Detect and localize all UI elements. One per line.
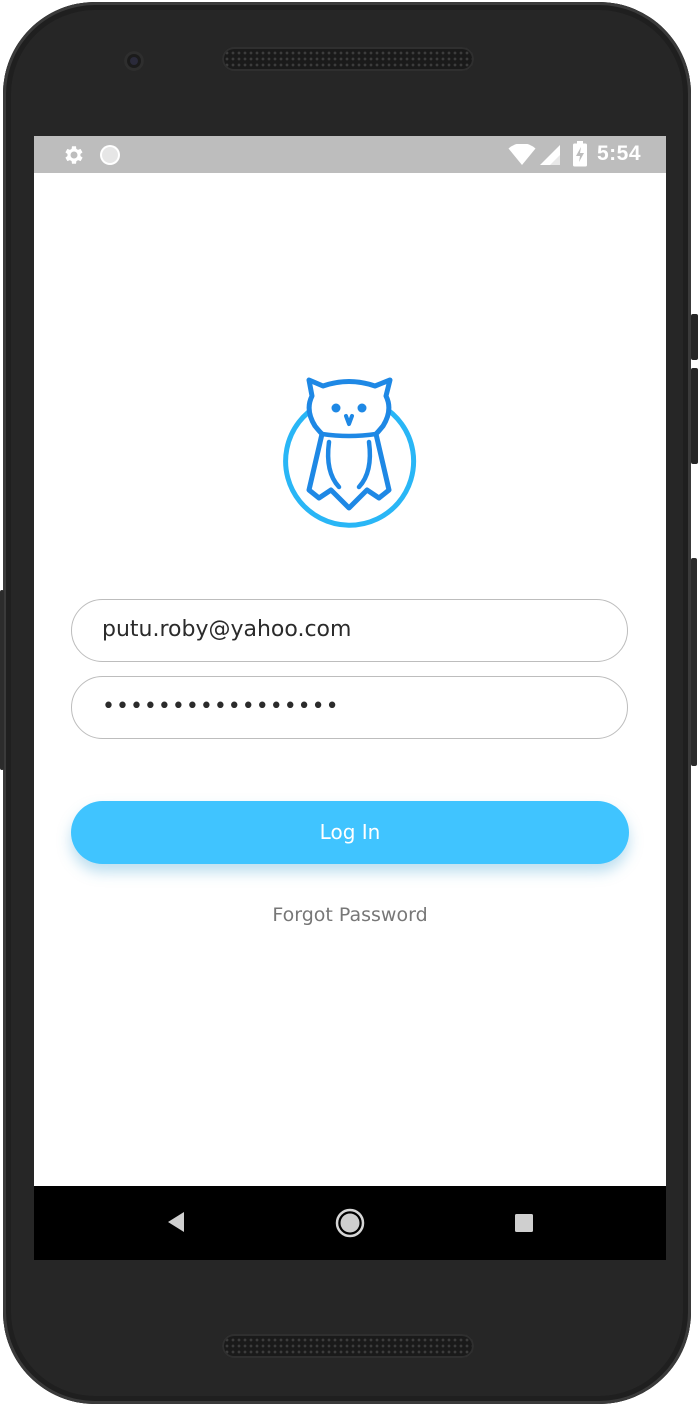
volume-button	[691, 368, 698, 464]
bottom-speaker-grille	[222, 1334, 474, 1358]
front-camera	[124, 51, 144, 71]
screen: 5:54 putu.roby@yahoo.com •••••••••••••••…	[34, 136, 666, 1260]
circle-notification-icon	[99, 144, 121, 170]
status-bar: 5:54	[34, 136, 666, 173]
navigation-bar	[34, 1186, 666, 1260]
password-input[interactable]: •••••••••••••••••	[102, 677, 602, 737]
power-button	[691, 314, 698, 360]
forgot-password-link[interactable]: Forgot Password	[34, 904, 666, 926]
back-icon[interactable]	[166, 1211, 186, 1237]
wifi-icon	[508, 143, 536, 170]
battery-charging-icon	[572, 141, 588, 171]
email-input[interactable]: putu.roby@yahoo.com	[102, 600, 602, 660]
top-speaker-grille	[222, 47, 474, 71]
status-time: 5:54	[596, 142, 641, 165]
email-field[interactable]: putu.roby@yahoo.com	[71, 599, 628, 662]
home-icon[interactable]	[335, 1208, 365, 1242]
phone-frame: 5:54 putu.roby@yahoo.com •••••••••••••••…	[0, 2, 698, 1404]
side-button-lower	[691, 558, 697, 766]
recents-icon[interactable]	[514, 1213, 534, 1237]
owl-logo-icon	[279, 372, 419, 528]
password-field[interactable]: •••••••••••••••••	[71, 676, 628, 739]
signal-icon	[539, 144, 561, 170]
side-button-left	[0, 590, 4, 770]
settings-icon	[62, 143, 86, 171]
login-button[interactable]: Log In	[71, 801, 629, 864]
